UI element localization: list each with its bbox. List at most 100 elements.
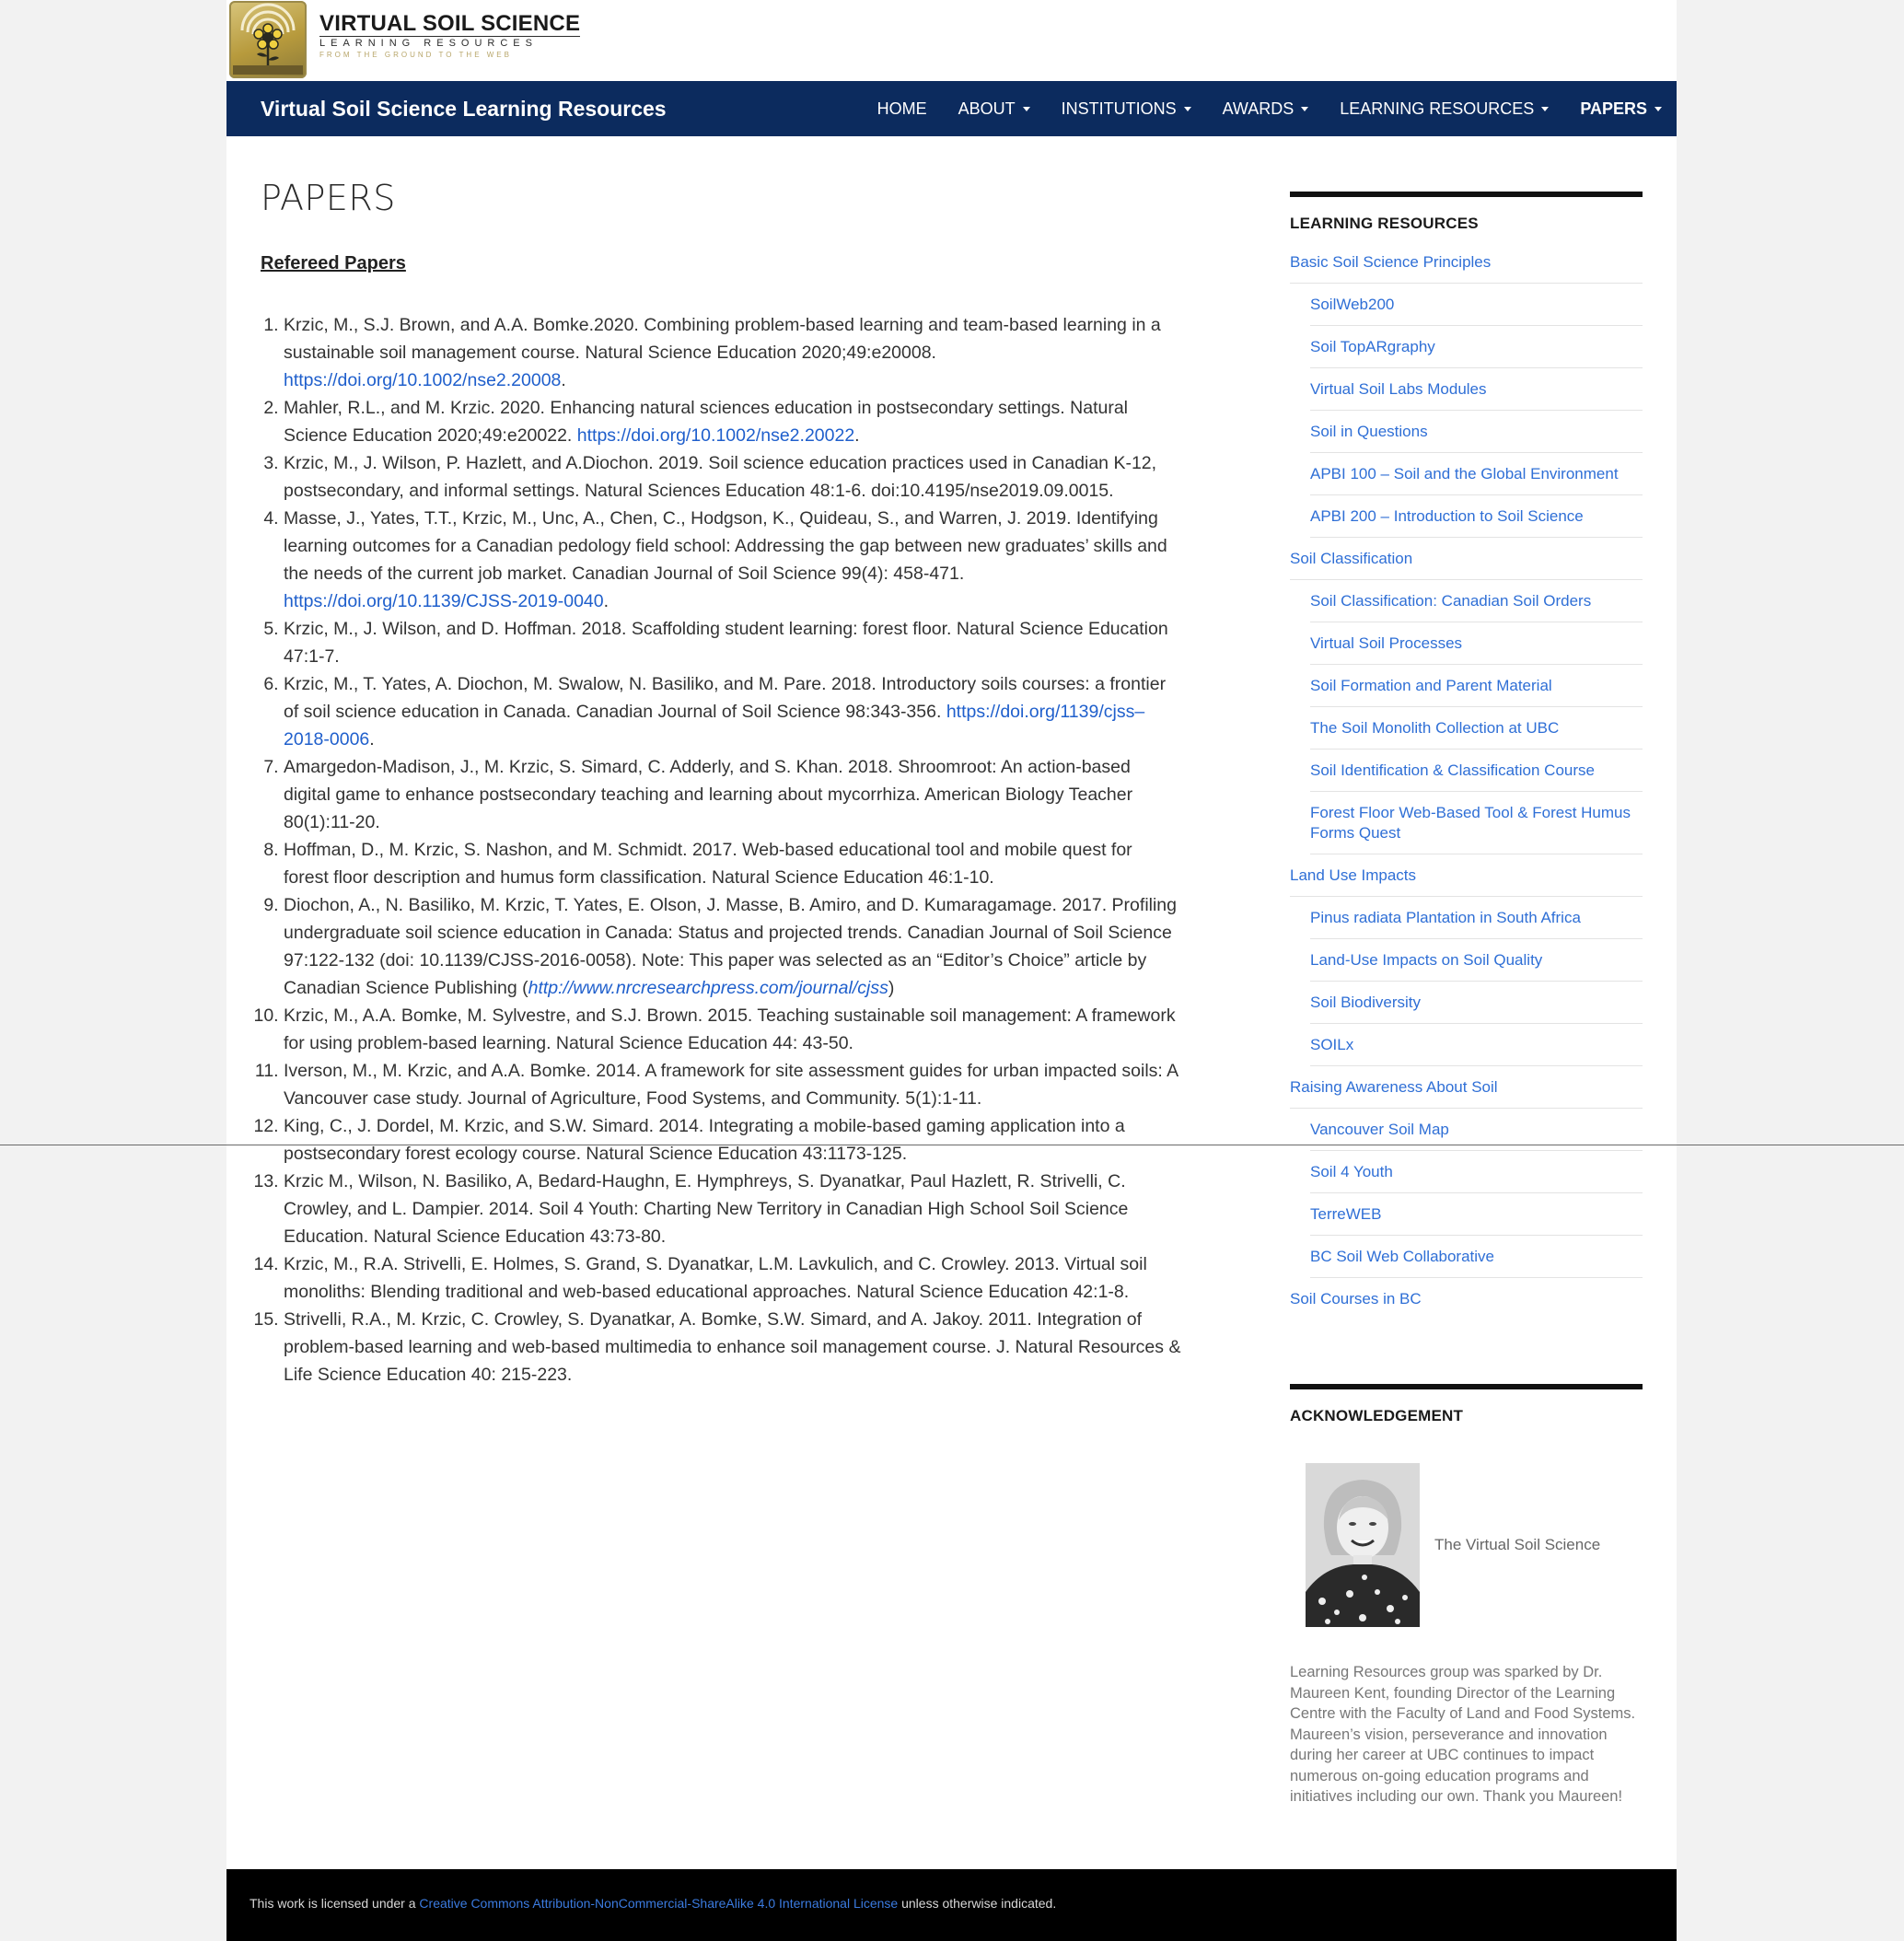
acknowledgement-text: Learning Resources group was sparked by … xyxy=(1290,1664,1636,1805)
paper-citation-end: . xyxy=(854,425,860,446)
sidebar-subitem-link[interactable]: SoilWeb200 xyxy=(1310,284,1643,326)
paper-citation-end: . xyxy=(603,591,610,611)
main-menu: HOME ABOUT INSTITUTIONS AWARDS LEARNING … xyxy=(846,81,1662,136)
paper-citation: Hoffman, D., M. Krzic, S. Nashon, and M.… xyxy=(284,840,1132,888)
nav-about-label: ABOUT xyxy=(958,99,1016,118)
paper-item: Krzic, M., T. Yates, A. Diochon, M. Swal… xyxy=(284,670,1181,753)
brand-subtitle: LEARNING RESOURCES xyxy=(319,35,581,50)
paper-citation: Krzic, M., J. Wilson, and D. Hoffman. 20… xyxy=(284,619,1168,667)
chevron-down-icon xyxy=(1022,106,1030,111)
license-notice: This work is licensed under a Creative C… xyxy=(250,1894,1056,1912)
nav-awards-label: AWARDS xyxy=(1222,99,1294,118)
paper-item: Mahler, R.L., and M. Krzic. 2020. Enhanc… xyxy=(284,394,1181,449)
learning-resources-list: Basic Soil Science Principles SoilWeb200 S… xyxy=(1290,252,1643,1319)
paper-item: Krzic M., Wilson, N. Basiliko, A, Bedard… xyxy=(284,1168,1181,1250)
paper-doi-link[interactable]: https://doi.org/10.1002/nse2.20022 xyxy=(577,425,854,446)
nav-about[interactable]: ABOUT xyxy=(958,99,1030,119)
sidebar-subitem-link[interactable]: Soil Formation and Parent Material xyxy=(1310,665,1643,707)
site-footer: This work is licensed under a Creative C… xyxy=(226,1869,1677,1941)
chevron-down-icon xyxy=(1301,106,1309,111)
paper-citation-end: . xyxy=(561,370,566,390)
brand-title: VIRTUAL SOIL SCIENCE xyxy=(319,10,581,36)
sidebar-subitem-link[interactable]: Land-Use Impacts on Soil Quality xyxy=(1310,939,1643,982)
paper-item: Masse, J., Yates, T.T., Krzic, M., Unc, … xyxy=(284,505,1181,615)
paper-citation: King, C., J. Dordel, M. Krzic, and S.W. … xyxy=(284,1116,1125,1164)
paper-item: Amargedon-Madison, J., M. Krzic, S. Sima… xyxy=(284,753,1181,836)
sidebar-subitem-link[interactable]: Soil Identification & Classification Cou… xyxy=(1310,750,1643,792)
paper-citation: Krzic, M., S.J. Brown, and A.A. Bomke.20… xyxy=(284,315,1161,363)
paper-citation: Iverson, M., M. Krzic, and A.A. Bomke. 2… xyxy=(284,1061,1178,1109)
sidebar-subitem-link[interactable]: Soil 4 Youth xyxy=(1310,1151,1643,1193)
logo-emblem-icon xyxy=(229,1,307,78)
sidebar-subitem-link[interactable]: APBI 100 – Soil and the Global Environme… xyxy=(1310,453,1643,495)
sidebar-subitem-link[interactable]: Virtual Soil Labs Modules xyxy=(1310,368,1643,411)
sidebar-subitem-link[interactable]: Soil TopARgraphy xyxy=(1310,326,1643,368)
sidebar-category-link[interactable]: Basic Soil Science Principles xyxy=(1290,252,1643,284)
nav-institutions-label: INSTITUTIONS xyxy=(1061,99,1177,118)
license-suffix: unless otherwise indicated. xyxy=(898,1896,1057,1911)
nav-learning-resources-label: LEARNING RESOURCES xyxy=(1340,99,1535,118)
paper-citation: Krzic, M., J. Wilson, P. Hazlett, and A.… xyxy=(284,453,1157,501)
paper-citation: Masse, J., Yates, T.T., Krzic, M., Unc, … xyxy=(284,508,1167,584)
paper-citation: Strivelli, R.A., M. Krzic, C. Crowley, S… xyxy=(284,1309,1181,1385)
nav-learning-resources[interactable]: LEARNING RESOURCES xyxy=(1340,99,1550,119)
site-title-link[interactable]: Virtual Soil Science Learning Resources xyxy=(261,81,667,136)
paper-item: Hoffman, D., M. Krzic, S. Nashon, and M.… xyxy=(284,836,1181,891)
main-content: PAPERS Refereed Papers Krzic, M., S.J. B… xyxy=(261,175,1181,1389)
papers-list: Krzic, M., S.J. Brown, and A.A. Bomke.20… xyxy=(261,311,1181,1389)
widget-divider xyxy=(1290,192,1643,197)
paper-citation-end: ) xyxy=(888,978,895,998)
sidebar-subitem-link[interactable]: Soil Biodiversity xyxy=(1310,982,1643,1024)
nav-home[interactable]: HOME xyxy=(877,99,927,119)
paper-citation-end: . xyxy=(369,729,375,750)
paper-item: Krzic, M., A.A. Bomke, M. Sylvestre, and… xyxy=(284,1002,1181,1057)
paper-citation: Krzic, M., R.A. Strivelli, E. Holmes, S.… xyxy=(284,1254,1147,1302)
nav-institutions[interactable]: INSTITUTIONS xyxy=(1062,99,1191,119)
sidebar-category-link[interactable]: Soil Courses in BC xyxy=(1290,1278,1643,1319)
learning-resources-widget-title: LEARNING RESOURCES xyxy=(1290,215,1479,232)
paper-item: Strivelli, R.A., M. Krzic, C. Crowley, S… xyxy=(284,1306,1181,1389)
paper-doi-link[interactable]: https://doi.org/10.1002/nse2.20008 xyxy=(284,370,561,390)
sidebar-subitem-link[interactable]: Soil in Questions xyxy=(1310,411,1643,453)
sidebar-subitem-link[interactable]: The Soil Monolith Collection at UBC xyxy=(1310,707,1643,750)
acknowledgement-intro: The Virtual Soil Science xyxy=(1434,1536,1601,1553)
nav-papers-label: PAPERS xyxy=(1580,99,1647,118)
sidebar-category-link[interactable]: Raising Awareness About Soil xyxy=(1290,1066,1643,1109)
paper-doi-link[interactable]: http://www.nrcresearchpress.com/journal/… xyxy=(528,978,888,998)
paper-item: Iverson, M., M. Krzic, and A.A. Bomke. 2… xyxy=(284,1057,1181,1112)
sidebar-category-link[interactable]: Soil Classification xyxy=(1290,538,1643,580)
sidebar: LEARNING RESOURCES Basic Soil Science Pr… xyxy=(1290,192,1643,1807)
sidebar-subitem-link[interactable]: TerreWEB xyxy=(1310,1193,1643,1236)
site-logo[interactable]: VIRTUAL SOIL SCIENCE LEARNING RESOURCES … xyxy=(229,0,581,79)
license-prefix: This work is licensed under a xyxy=(250,1896,420,1911)
sidebar-subitem-link[interactable]: APBI 200 – Introduction to Soil Science xyxy=(1310,495,1643,538)
chevron-down-icon xyxy=(1541,106,1550,111)
sidebar-subitem-link[interactable]: Soil Classification: Canadian Soil Order… xyxy=(1310,580,1643,622)
sidebar-subitem-link[interactable]: Virtual Soil Processes xyxy=(1310,622,1643,665)
chevron-down-icon xyxy=(1654,106,1662,111)
page-title: PAPERS xyxy=(261,178,396,218)
paper-item: Krzic, M., J. Wilson, and D. Hoffman. 20… xyxy=(284,615,1181,670)
paper-doi-link[interactable]: https://doi.org/10.1139/CJSS-2019-0040 xyxy=(284,591,604,611)
sidebar-subitem-link[interactable]: Forest Floor Web-Based Tool & Forest Hum… xyxy=(1310,792,1643,854)
paper-citation: Amargedon-Madison, J., M. Krzic, S. Sima… xyxy=(284,757,1133,832)
paper-item: Krzic, M., R.A. Strivelli, E. Holmes, S.… xyxy=(284,1250,1181,1306)
sidebar-subitem-link[interactable]: Pinus radiata Plantation in South Africa xyxy=(1310,897,1643,939)
paper-item: King, C., J. Dordel, M. Krzic, and S.W. … xyxy=(284,1112,1181,1168)
paper-item: Krzic, M., J. Wilson, P. Hazlett, and A.… xyxy=(284,449,1181,505)
sidebar-subitem-link[interactable]: SOILx xyxy=(1310,1024,1643,1066)
page-container: VIRTUAL SOIL SCIENCE LEARNING RESOURCES … xyxy=(226,0,1677,1941)
nav-awards[interactable]: AWARDS xyxy=(1223,99,1309,119)
sidebar-category-link[interactable]: Land Use Impacts xyxy=(1290,854,1643,897)
nav-home-label: HOME xyxy=(877,99,927,118)
portrait-photo xyxy=(1306,1463,1420,1627)
widget-divider xyxy=(1290,1384,1643,1389)
license-link[interactable]: Creative Commons Attribution-NonCommerci… xyxy=(419,1896,898,1911)
acknowledgement-title: ACKNOWLEDGEMENT xyxy=(1290,1407,1464,1424)
main-navbar: Virtual Soil Science Learning Resources … xyxy=(226,81,1677,136)
brand-tagline: FROM THE GROUND TO THE WEB xyxy=(319,50,512,59)
paper-item: Diochon, A., N. Basiliko, M. Krzic, T. Y… xyxy=(284,891,1181,1002)
paper-citation: Krzic, M., A.A. Bomke, M. Sylvestre, and… xyxy=(284,1005,1176,1053)
sidebar-subitem-link[interactable]: BC Soil Web Collaborative xyxy=(1310,1236,1643,1278)
nav-papers[interactable]: PAPERS xyxy=(1580,99,1662,119)
